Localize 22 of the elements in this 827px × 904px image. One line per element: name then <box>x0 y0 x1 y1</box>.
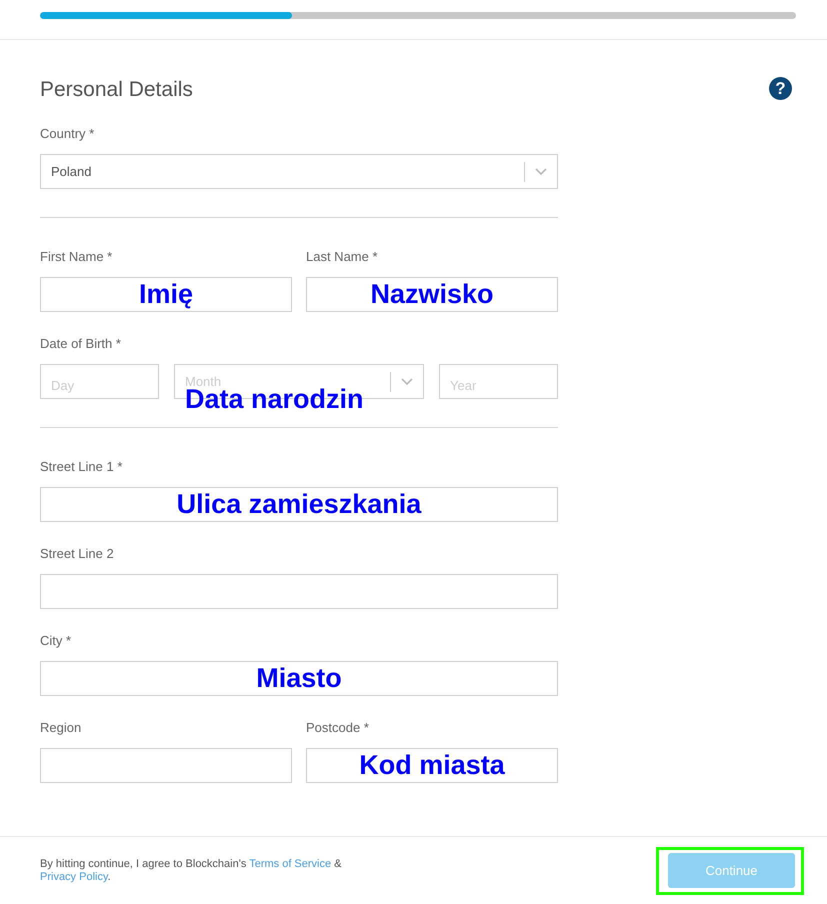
field-label: City * <box>40 633 72 649</box>
field-label: First Name * <box>40 249 114 265</box>
input-field[interactable] <box>40 574 558 609</box>
input-field[interactable]: Nazwisko <box>306 277 558 312</box>
chevron-down-icon <box>535 168 547 176</box>
field-label: Postcode * <box>306 720 370 736</box>
agreement-text: By hitting continue, I agree to Blockchain's Terms of Service & Privacy Policy. <box>40 858 342 884</box>
field-label: Street Line 1 * <box>40 459 124 475</box>
page-title: Personal Details <box>40 77 193 103</box>
chevron-down-icon <box>401 378 413 386</box>
help-button[interactable]: ? <box>769 76 792 100</box>
input-field[interactable]: Imię <box>40 277 292 312</box>
input-field[interactable]: Kod miasta <box>306 748 558 783</box>
input-field[interactable]: Miasto <box>40 661 558 696</box>
country-select[interactable]: Poland <box>40 154 558 189</box>
input-field[interactable] <box>40 748 292 783</box>
field-label: Date of Birth * <box>40 336 122 352</box>
field-label: Region <box>40 720 82 736</box>
field-label: Street Line 2 <box>40 546 115 562</box>
field-label: Country * <box>40 126 96 142</box>
field-label: Last Name * <box>306 249 379 265</box>
input-field[interactable]: Ulica zamieszkania <box>40 487 558 522</box>
